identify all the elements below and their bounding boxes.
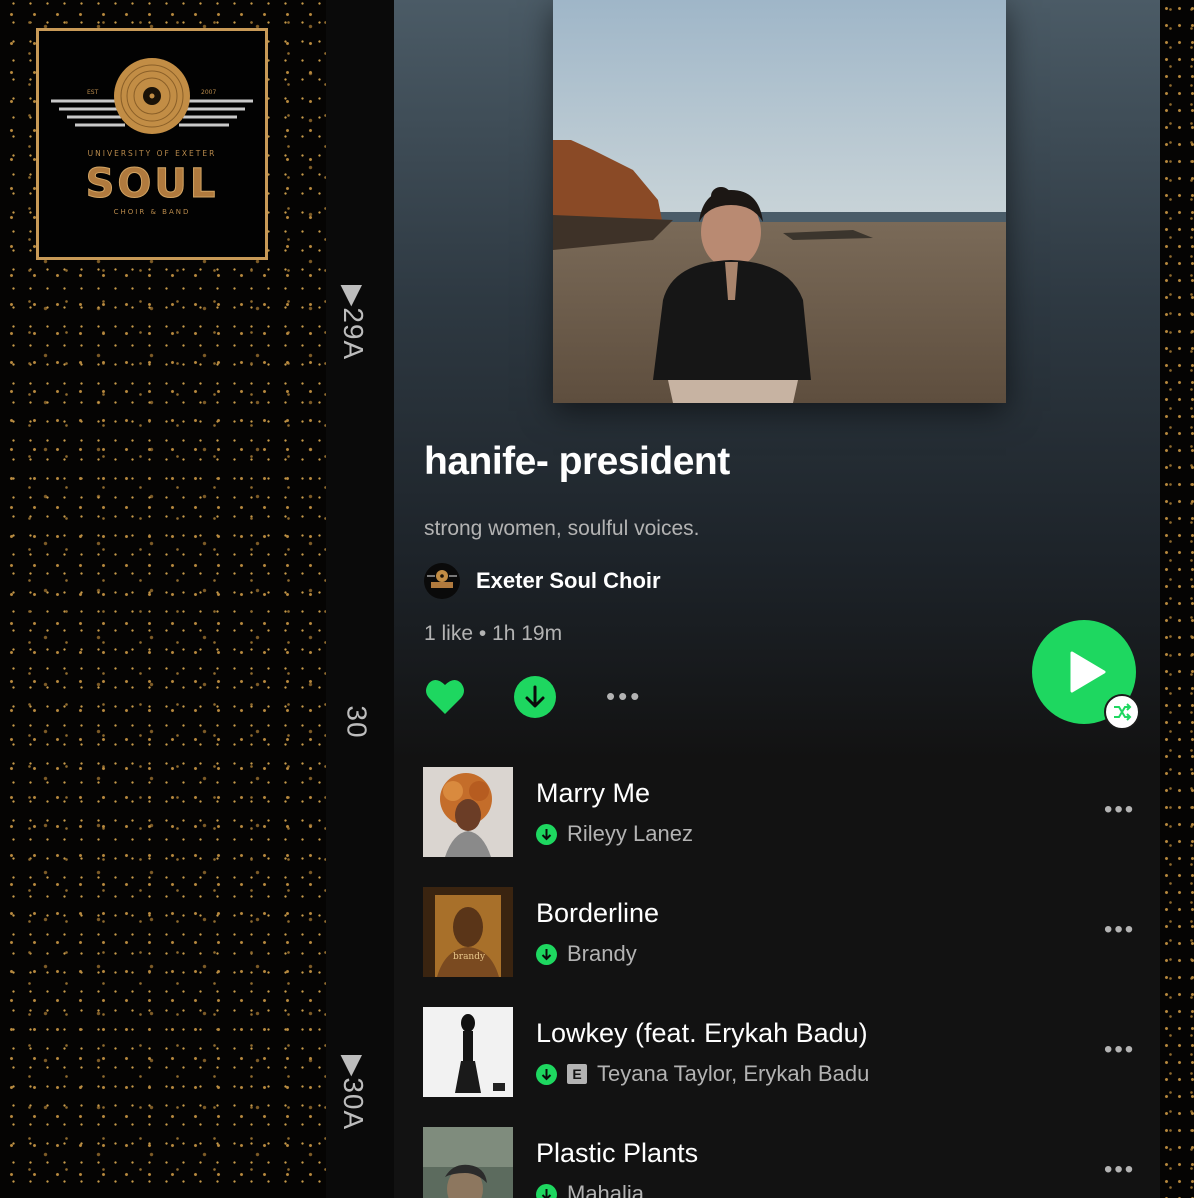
track-more-button[interactable]: ••• [1104, 1156, 1135, 1184]
logo-subtitle: CHOIR & BAND [113, 208, 191, 216]
track-subtitle: Brandy [536, 941, 637, 966]
track-more-button[interactable]: ••• [1104, 796, 1135, 824]
playlist-description: strong women, soulful voices. [424, 517, 700, 540]
track-row[interactable]: Plastic Plants Mahalia ••• [422, 1126, 1142, 1198]
logo-university-text: UNIVERSITY OF EXETER [87, 149, 217, 158]
film-mark-29a: ▶29A [338, 284, 370, 361]
film-mark-30: 30 [341, 705, 373, 739]
speckled-edge [1160, 0, 1194, 1198]
logo-wordmark: SOUL [85, 161, 219, 208]
more-options-button[interactable]: ••• [606, 683, 642, 709]
track-row[interactable]: brandy Borderline Brandy ••• [422, 886, 1142, 978]
track-artwork [423, 1127, 513, 1198]
playlist-meta: 1 like • 1h 19m [424, 622, 563, 645]
playlist-owner[interactable]: Exeter Soul Choir [424, 563, 661, 599]
track-more-button[interactable]: ••• [1104, 916, 1135, 944]
track-artwork: brandy [423, 887, 513, 977]
track-title: Marry Me [536, 778, 650, 808]
downloaded-icon [536, 1183, 557, 1198]
explicit-badge: E [567, 1064, 587, 1084]
track-row[interactable]: Marry Me Rileyy Lanez ••• [422, 766, 1142, 858]
heart-icon[interactable] [424, 676, 466, 721]
track-artist: Mahalia [567, 1181, 645, 1198]
track-title: Borderline [536, 898, 660, 928]
shuffle-icon[interactable] [1104, 694, 1140, 730]
playlist-panel: hanife- president strong women, soulful … [394, 0, 1160, 1198]
downloaded-icon [536, 943, 557, 965]
owner-name: Exeter Soul Choir [476, 568, 661, 593]
vinyl-record-icon: EST 2007 [51, 58, 253, 134]
downloaded-icon [536, 823, 557, 845]
playlist-title: hanife- president [424, 440, 730, 483]
track-title: Plastic Plants [536, 1138, 699, 1168]
downloaded-icon [536, 1063, 557, 1085]
soul-choir-logo: EST 2007 UNIVERSITY OF EXETER SOUL CHOIR… [36, 28, 268, 260]
track-artist: Brandy [567, 941, 637, 966]
track-artwork [423, 767, 513, 857]
track-subtitle: Mahalia [536, 1181, 645, 1198]
track-title: Lowkey (feat. Erykah Badu) [536, 1018, 868, 1048]
track-more-button[interactable]: ••• [1104, 1036, 1135, 1064]
track-artwork [423, 1007, 513, 1097]
playlist-actions: ••• [424, 676, 1124, 720]
track-artist: Rileyy Lanez [567, 821, 693, 846]
playlist-cover-image [553, 0, 1006, 403]
track-artist: Teyana Taylor, Erykah Badu [597, 1061, 870, 1086]
track-row[interactable]: Lowkey (feat. Erykah Badu) E Teyana Tayl… [422, 1006, 1142, 1098]
logo-est-right: 2007 [201, 89, 216, 96]
logo-est-left: EST [87, 89, 99, 96]
svg-text:brandy: brandy [453, 952, 486, 962]
film-strip: ▶29A 30 ▶30A [326, 0, 394, 1198]
download-icon[interactable] [514, 676, 556, 718]
track-subtitle: E Teyana Taylor, Erykah Badu [536, 1061, 870, 1086]
owner-avatar [424, 563, 460, 599]
track-subtitle: Rileyy Lanez [536, 821, 693, 846]
film-mark-30a: ▶30A [338, 1054, 370, 1131]
